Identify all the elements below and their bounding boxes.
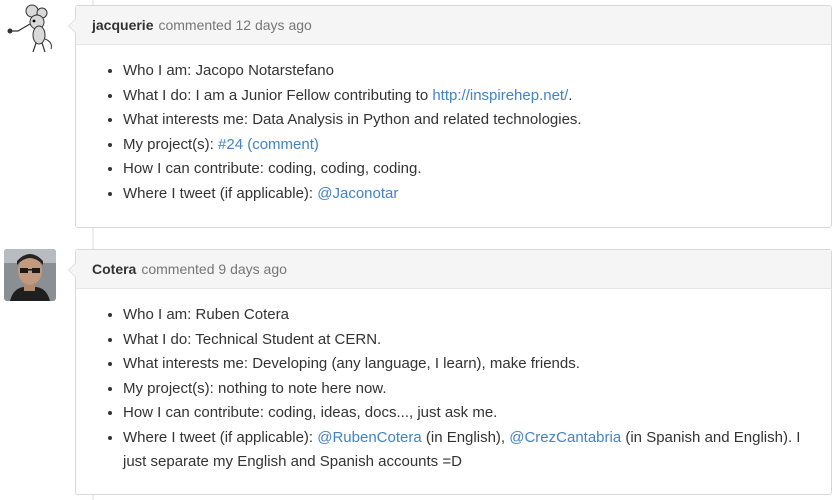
mouse-avatar[interactable] <box>4 2 56 54</box>
comment-body: Who I am: Ruben Cotera What I do: Techni… <box>76 289 831 475</box>
item-text: Technical Student at CERN. <box>195 330 382 348</box>
comment-timestamp[interactable]: commented 9 days ago <box>141 261 287 277</box>
list-item: What interests me: Developing (any langu… <box>123 352 815 377</box>
comment-header: jacquerie commented 12 days ago <box>68 6 831 45</box>
item-text: Jacopo Notarstefano <box>195 62 334 79</box>
list-item: Where I tweet (if applicable): @Jaconota… <box>123 182 815 207</box>
list-item: What interests me: Data Analysis in Pyth… <box>123 108 815 133</box>
comment-list: Who I am: Ruben Cotera What I do: Techni… <box>76 303 815 475</box>
list-item: How I can contribute: coding, coding, co… <box>123 157 815 182</box>
list-item: What I do: I am a Junior Fellow contribu… <box>123 84 815 109</box>
comment-list: Who I am: Jacopo Notarstefano What I do:… <box>76 59 815 206</box>
item-text: nothing to note here now. <box>218 379 387 397</box>
twitter-handle-link[interactable]: @RubenCotera <box>317 429 421 446</box>
item-label: Who I am: <box>123 306 192 323</box>
list-item: How I can contribute: coding, ideas, doc… <box>123 401 815 426</box>
list-item: Where I tweet (if applicable): @RubenCot… <box>123 426 815 475</box>
item-text: (in English), <box>425 428 506 446</box>
item-text: Ruben Cotera <box>195 306 289 323</box>
item-label: How I can contribute: <box>123 404 264 421</box>
item-label: My project(s): <box>123 135 214 153</box>
list-item: What I do: Technical Student at CERN. <box>123 328 815 353</box>
item-text: coding, ideas, docs..., just ask me. <box>268 404 498 421</box>
issue-comment-link[interactable]: #24 (comment) <box>218 136 319 153</box>
item-label: Who I am: <box>123 62 192 79</box>
person-photo-icon <box>4 249 56 301</box>
person-avatar[interactable] <box>4 249 56 301</box>
list-item: Who I am: Jacopo Notarstefano <box>123 59 815 84</box>
comment-header: Cotera commented 9 days ago <box>68 250 831 289</box>
item-label: What I do: <box>123 86 192 104</box>
comment-author-link[interactable]: Cotera <box>92 261 136 277</box>
item-text: Developing (any language, I learn), make… <box>252 355 580 372</box>
item-label: What I do: <box>123 330 192 348</box>
list-item: My project(s): #24 (comment) <box>123 133 815 158</box>
comment-timestamp[interactable]: commented 12 days ago <box>158 17 311 33</box>
item-label: What interests me: <box>123 111 249 128</box>
item-suffix: . <box>568 86 573 104</box>
list-item: My project(s): nothing to note here now. <box>123 377 815 402</box>
item-text: coding, coding, coding. <box>268 160 422 177</box>
twitter-handle-link[interactable]: @Jaconotar <box>317 185 398 202</box>
item-text: Data Analysis in Python and related tech… <box>252 111 582 128</box>
twitter-handle-link-secondary[interactable]: @CrezCantabria <box>509 429 621 446</box>
list-item: Who I am: Ruben Cotera <box>123 303 815 328</box>
item-label: Where I tweet (if applicable): <box>123 428 314 446</box>
inspirehep-link[interactable]: http://inspirehep.net/ <box>432 87 568 104</box>
comment-body: Who I am: Jacopo Notarstefano What I do:… <box>76 45 831 206</box>
mouse-icon <box>4 2 56 54</box>
item-label: Where I tweet (if applicable): <box>123 184 314 202</box>
comment-card: jacquerie commented 12 days ago Who I am… <box>68 5 832 228</box>
item-label: What interests me: <box>123 355 249 372</box>
comment-author-link[interactable]: jacquerie <box>92 17 153 33</box>
item-text: I am a Junior Fellow contributing to <box>195 86 429 104</box>
comment-card: Cotera commented 9 days ago Who I am: Ru… <box>68 249 832 495</box>
item-label: My project(s): <box>123 379 214 397</box>
item-label: How I can contribute: <box>123 160 264 177</box>
